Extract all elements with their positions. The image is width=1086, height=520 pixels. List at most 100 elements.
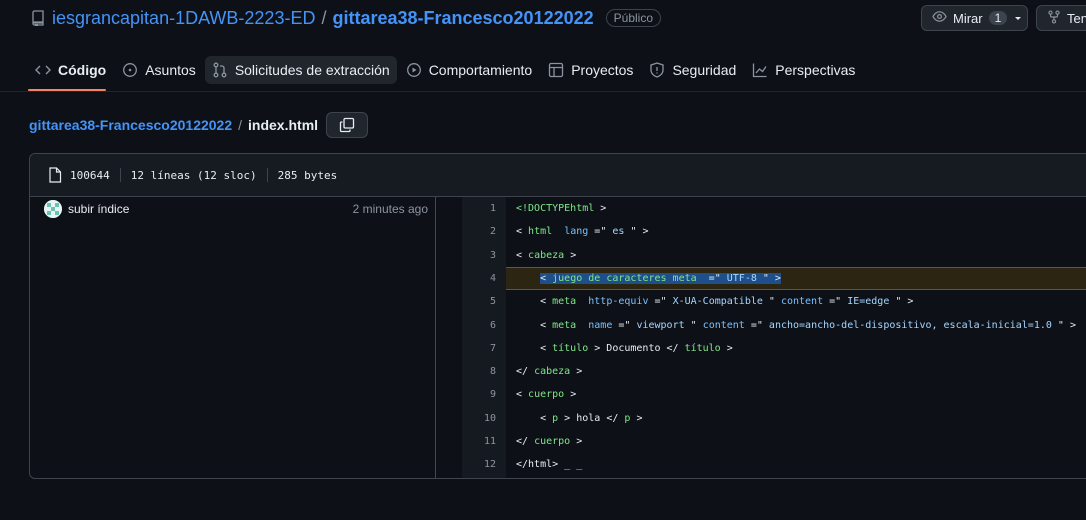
code-token: cabeza: [528, 249, 565, 261]
tab-label: Perspectivas: [775, 62, 856, 78]
code-line: 10 < p > hola </ p >: [462, 407, 1086, 430]
code-line: 1 <!DOCTYPEhtml >: [462, 197, 1086, 220]
repo-owner-link[interactable]: iesgrancapitan-1DAWB-2223-ED: [52, 8, 315, 29]
tab-insights[interactable]: Perspectivas: [745, 56, 862, 84]
code-text: < cabeza >: [516, 250, 576, 261]
pull-request-icon: [213, 62, 227, 78]
code-token: " >: [630, 226, 649, 238]
fork-icon: [1047, 9, 1061, 27]
tab-projects[interactable]: Proyectos: [541, 56, 640, 84]
file-mode: 100644: [70, 168, 110, 182]
copy-icon: [339, 117, 355, 133]
visibility-badge: Público: [605, 9, 661, 27]
line-number[interactable]: 12: [462, 459, 498, 470]
tab-label: Asuntos: [145, 62, 196, 78]
table-icon: [549, 62, 564, 78]
code-token: lang: [564, 226, 589, 238]
file-line-count: 12 líneas (12 sloc): [130, 168, 257, 182]
code-text: < meta http-equiv =" X-UA-Compatible " c…: [516, 296, 913, 307]
line-number[interactable]: 2: [462, 226, 498, 237]
code-icon: [35, 65, 51, 75]
code-token: <: [516, 342, 553, 354]
avatar[interactable]: [44, 200, 62, 218]
breadcrumb-repo-link[interactable]: gittarea38-Francesco20122022: [29, 117, 232, 133]
code-token: =": [696, 272, 721, 284]
code-token: <: [516, 226, 529, 238]
commit-row[interactable]: subir índice 2 minutes ago: [44, 200, 428, 218]
tab-label: Proyectos: [571, 62, 634, 78]
file-icon: [49, 167, 62, 183]
code-token: IE=edge: [841, 296, 896, 308]
eye-icon: [932, 9, 947, 27]
line-number[interactable]: 5: [462, 296, 498, 307]
code-text: </ cuerpo >: [516, 436, 582, 447]
breadcrumb-separator: /: [238, 117, 243, 133]
repo-icon: [30, 10, 46, 26]
tab-label: Código: [58, 62, 107, 78]
code-token: html: [528, 226, 553, 238]
repo-tabs: Código Asuntos Solicitudes de extracción…: [28, 56, 862, 86]
tab-label: Seguridad: [672, 62, 737, 78]
code-token: =": [588, 226, 607, 238]
code-token: >: [570, 436, 583, 447]
code-token: > hola </: [558, 412, 625, 424]
repo-separator: /: [321, 7, 327, 28]
code-token: </: [516, 436, 535, 447]
code-line: 6 < meta name =" viewport " content =" a…: [462, 314, 1086, 337]
tab-actions[interactable]: Comportamiento: [399, 56, 540, 84]
code-token: >: [564, 389, 577, 401]
copy-path-button[interactable]: [326, 112, 369, 138]
code-token: <: [516, 389, 529, 401]
code-token: <!DOCTYPEhtml: [516, 203, 595, 214]
code-token: =": [823, 296, 842, 308]
code-token: content: [702, 319, 745, 331]
line-number[interactable]: 4: [462, 273, 498, 284]
code-token: " >: [1057, 319, 1076, 331]
line-number[interactable]: 1: [462, 203, 498, 214]
fork-button[interactable]: Tene: [1036, 5, 1086, 31]
file-size: 285 bytes: [277, 168, 338, 182]
line-number[interactable]: 9: [462, 389, 498, 400]
code-line: 9 < cuerpo >: [462, 383, 1086, 406]
breadcrumb-file: index.html: [248, 117, 319, 133]
code-token: " >: [762, 272, 781, 284]
code-line: 11 </ cuerpo >: [462, 430, 1086, 453]
code-text: < juego de caracteres meta =" UTF-8 " >: [516, 272, 781, 284]
code-token: título: [552, 342, 589, 354]
code-token: juego de caracteres meta: [552, 272, 697, 284]
code-token: =": [612, 319, 631, 331]
code-text: < título > Documento </ título >: [516, 343, 733, 354]
code-token: <: [516, 249, 529, 261]
code-token: </: [516, 366, 535, 378]
code-text: < meta name =" viewport " content =" anc…: [516, 320, 1076, 331]
line-number[interactable]: 6: [462, 320, 498, 331]
commit-message-link[interactable]: subir índice: [68, 202, 353, 216]
line-number[interactable]: 8: [462, 366, 498, 377]
code-token: > Documento </: [588, 342, 685, 354]
commit-time: 2 minutes ago: [352, 202, 428, 216]
chevron-down-icon: [1013, 11, 1023, 26]
code-token: >: [720, 342, 733, 354]
repo-name-link[interactable]: gittarea38-Francesco20122022: [332, 8, 593, 29]
code-token: ancho=ancho-del-dispositivo, escala-inic…: [762, 319, 1058, 331]
line-number[interactable]: 3: [462, 250, 498, 261]
code-line: 2 < html lang =" es " >: [462, 220, 1086, 243]
tab-security[interactable]: Seguridad: [642, 56, 743, 84]
tab-label: Comportamiento: [428, 62, 533, 78]
code-text: < html lang =" es " >: [516, 226, 649, 237]
line-number[interactable]: 11: [462, 436, 498, 447]
code-token: >: [570, 366, 583, 378]
code-token: <: [516, 296, 553, 308]
watch-button[interactable]: Mirar 1: [921, 5, 1028, 31]
tab-issues[interactable]: Asuntos: [115, 56, 203, 84]
line-number[interactable]: 7: [462, 343, 498, 354]
code-token: viewport: [630, 319, 691, 331]
code-line: 12 </html> _ _: [462, 453, 1086, 476]
line-number[interactable]: 10: [462, 413, 498, 424]
code-token: >: [564, 249, 577, 261]
code-token: http-equiv: [588, 296, 649, 308]
tab-code[interactable]: Código: [28, 56, 113, 84]
tab-pull-requests[interactable]: Solicitudes de extracción: [204, 56, 397, 84]
